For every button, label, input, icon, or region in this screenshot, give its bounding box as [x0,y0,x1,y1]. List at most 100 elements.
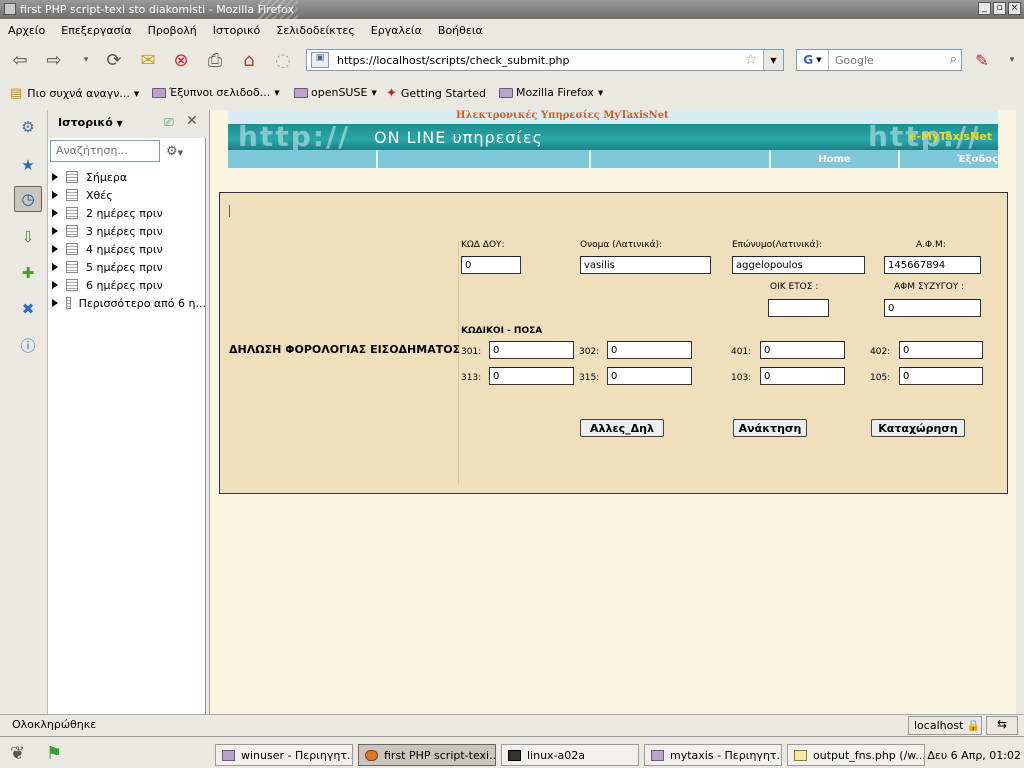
history-sidebar-icon[interactable]: ◷ [14,186,42,212]
tools-icon[interactable]: ✖ [14,296,42,322]
kod-doy-input[interactable] [461,256,521,274]
close-icon[interactable]: ✕ [186,113,198,129]
forward-icon[interactable]: ⇨ [42,49,66,71]
sidebar-search-field[interactable] [50,140,160,162]
task-terminal[interactable]: linux-a02a [501,744,639,766]
url-dropdown-icon[interactable]: ▼ [763,50,783,70]
expand-triangle-icon[interactable] [52,191,58,199]
bookmark-mozilla-firefox[interactable]: Mozilla Firefox ▼ [499,86,603,99]
nav-exit-link[interactable]: Έξοδος [900,150,998,168]
task-winuser[interactable]: winuser - Περιηγητ... [215,744,353,766]
minimize-button[interactable]: _ [978,2,991,15]
sidebar-config-icon[interactable]: ⚙ [14,114,42,140]
afm-input[interactable] [884,256,981,274]
history-group-yesterday[interactable]: Χθές [48,186,206,204]
window-titlebar[interactable]: first PHP script-texi sto diakomisti - M… [0,0,1024,19]
expand-triangle-icon[interactable] [52,299,58,307]
history-folder-icon [66,207,78,219]
content-scrollbar[interactable] [1016,110,1024,714]
task-output-fns[interactable]: output_fns.php (/w... [787,744,925,766]
print-icon[interactable]: ⎙ [203,49,227,71]
menu-bookmarks[interactable]: Σελιδοδείκτες [276,24,355,37]
history-group-6-days[interactable]: 6 ημέρες πριν [48,276,206,294]
maximize-button[interactable]: ▫ [993,2,1006,15]
history-folder-icon [66,189,78,201]
close-window-button[interactable]: × [1008,2,1021,15]
bookmark-getting-started[interactable]: ✦ Getting Started [386,86,486,101]
history-group-4-days[interactable]: 4 ημέρες πριν [48,240,206,258]
bookmark-opensuse[interactable]: openSUSE ▼ [294,86,377,99]
toolbar-overflow-icon[interactable]: ▾ [1000,49,1024,71]
task-firefox[interactable]: first PHP script-texi... [358,744,496,766]
code-402-input[interactable] [899,341,983,359]
task-mytaxis[interactable]: mytaxis - Περιηγητ... [644,744,782,766]
code-103-input[interactable] [760,367,845,385]
history-dropdown-icon[interactable]: ▾ [74,49,98,71]
search-engine-icon[interactable]: G ▼ [797,50,829,70]
bookmark-most-visited[interactable]: ▤ Πιο συχνά αναγν... ▼ [10,86,139,101]
history-group-2-days[interactable]: 2 ημέρες πριν [48,204,206,222]
new-bookmark-icon[interactable]: ✉ [136,49,160,71]
history-group-older[interactable]: Περισσότερο από 6 η... [48,294,206,312]
afm-label: Α.Φ.Μ: [916,240,946,250]
search-bar[interactable]: G▼ ⌕ [796,49,962,71]
magnifier-icon[interactable]: ⌕ [950,52,957,67]
taskbar-clock[interactable]: Δευ 6 Απρ, 01:02 [927,749,1021,762]
gnome-foot-icon[interactable]: ❦ [10,743,25,764]
menu-edit[interactable]: Επεξεργασία [61,24,131,37]
afm-syzygou-input[interactable] [884,299,981,317]
menu-history[interactable]: Ιστορικό [213,24,261,37]
history-group-5-days[interactable]: 5 ημέρες πριν [48,258,206,276]
submit-button[interactable]: Καταχώρηση [871,419,965,437]
sidebar-title[interactable]: Ιστορικό ▼ [58,116,123,129]
menu-file[interactable]: Αρχείο [8,24,45,37]
code-105-input[interactable] [899,367,983,385]
history-group-today[interactable]: Σήμερα [48,168,206,186]
code-315-input[interactable] [607,367,692,385]
menu-tools[interactable]: Εργαλεία [371,24,422,37]
expand-triangle-icon[interactable] [52,245,58,253]
nav-home-link[interactable]: Home [771,150,900,168]
view-options-icon[interactable]: ⚙▼ [166,144,183,159]
other-declarations-button[interactable]: Αλλες_Δηλ [580,419,664,437]
window-controls: _ ▫ × [978,2,1021,15]
sidebar-search-input[interactable] [56,144,156,157]
bookmark-smart-bookmarks[interactable]: Έξυπνοι σελιδοδ... ▼ [152,86,280,99]
expand-triangle-icon[interactable] [52,209,58,217]
expand-triangle-icon[interactable] [52,173,58,181]
code-302-input[interactable] [607,341,692,359]
notes-icon[interactable]: ✎ [970,49,994,71]
sidebar-view-icon[interactable]: ⎚ [164,115,174,130]
connection-icon[interactable]: ⇆ [986,716,1018,735]
code-301-input[interactable] [489,341,574,359]
oik-etos-input[interactable] [768,299,829,317]
status-host[interactable]: localhost 🔒 [908,716,982,735]
menu-bar: Αρχείο Επεξεργασία Προβολή Ιστορικό Σελι… [0,19,1024,41]
expand-triangle-icon[interactable] [52,263,58,271]
info-icon[interactable]: ⓘ [14,332,42,358]
menu-help[interactable]: Βοήθεια [438,24,483,37]
code-401-input[interactable] [760,341,845,359]
reload-icon[interactable]: ⟳ [102,49,126,71]
expand-triangle-icon[interactable] [52,227,58,235]
code-313-label: 313: [461,373,482,383]
home-icon[interactable]: ⌂ [237,49,261,71]
onoma-input[interactable] [580,256,711,274]
url-bar[interactable]: ▣ ☆ ▼ [306,49,784,71]
run-icon[interactable]: ⚑ [46,743,62,764]
back-icon[interactable]: ⇦ [8,49,32,71]
menu-view[interactable]: Προβολή [148,24,197,37]
url-input[interactable] [337,53,737,67]
star-icon[interactable]: ☆ [744,52,757,68]
expand-triangle-icon[interactable] [52,281,58,289]
addons-icon[interactable]: ✚ [14,260,42,286]
stop-icon[interactable]: ⊗ [169,49,193,71]
search-input[interactable] [835,53,935,67]
bookmarks-sidebar-icon[interactable]: ★ [14,152,42,178]
site-identity-icon[interactable]: ▣ [311,52,329,68]
downloads-icon[interactable]: ⇩ [14,224,42,250]
retrieve-button[interactable]: Ανάκτηση [733,419,807,437]
history-group-3-days[interactable]: 3 ημέρες πριν [48,222,206,240]
eponymo-input[interactable] [732,256,865,274]
code-313-input[interactable] [489,367,574,385]
